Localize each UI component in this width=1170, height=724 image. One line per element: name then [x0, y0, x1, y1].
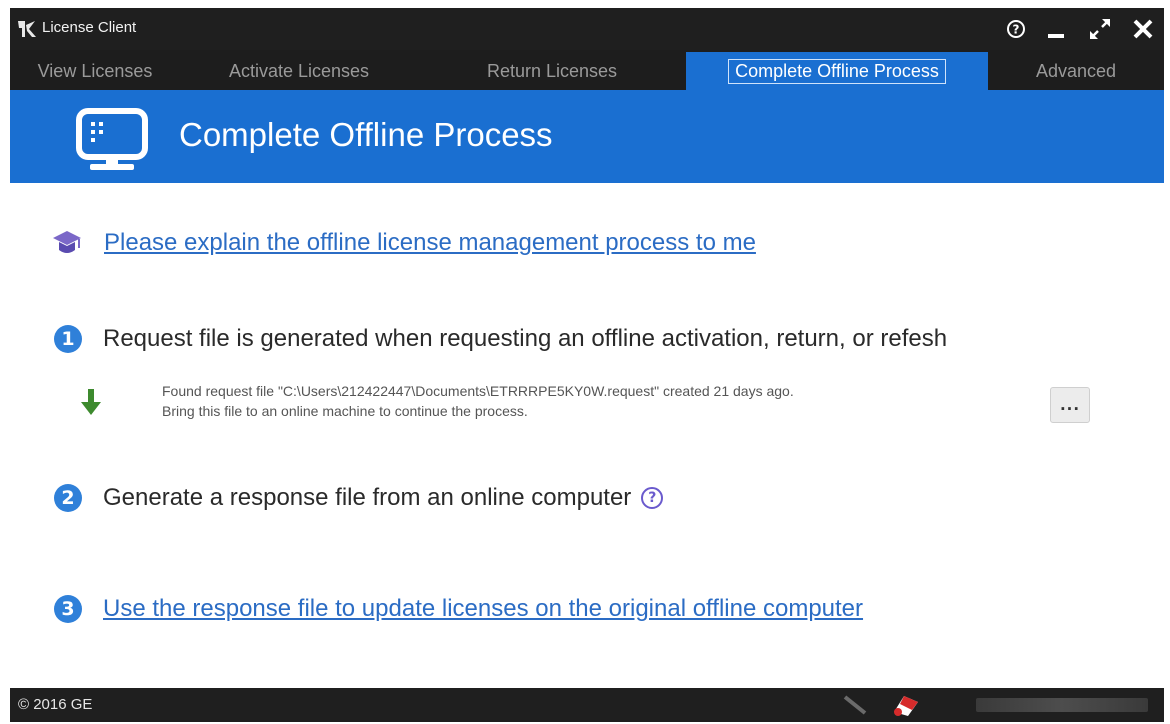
update-licenses-link[interactable]: Use the response file to update licenses…	[103, 595, 863, 623]
license-status-icon[interactable]	[890, 692, 920, 718]
tab-label: Return Licenses	[486, 60, 618, 81]
version-info	[976, 698, 1148, 712]
request-file-path: Found request file "C:\Users\212422447\D…	[162, 383, 794, 399]
help-icon[interactable]: ?	[1006, 19, 1026, 39]
app-logo-icon	[18, 21, 36, 37]
help-question-icon[interactable]: ?	[641, 487, 664, 509]
tab-label: Activate Licenses	[228, 60, 370, 81]
page-title: Complete Offline Process	[179, 116, 553, 153]
monitor-icon	[76, 108, 148, 170]
step-3-row: 3 Use the response file to update licens…	[54, 595, 863, 623]
status-icons	[842, 692, 920, 718]
title-bar: License Client ?	[10, 8, 1164, 50]
step-1-row: 1 Request file is generated when request…	[54, 325, 947, 353]
request-file-hint: Bring this file to an online machine to …	[162, 403, 528, 419]
window-controls: ?	[1006, 14, 1154, 44]
status-bar: © 2016 GE	[10, 688, 1164, 722]
tab-label: View Licenses	[37, 60, 153, 81]
maximize-icon[interactable]	[1088, 17, 1112, 41]
copyright-text: © 2016 GE	[18, 696, 93, 713]
arrow-down-icon	[81, 389, 101, 415]
tab-label: Advanced	[1035, 60, 1117, 81]
explain-offline-process-link[interactable]: Please explain the offline license manag…	[104, 229, 756, 257]
tab-return-licenses[interactable]: Return Licenses	[418, 52, 686, 90]
connection-icon[interactable]	[842, 694, 868, 716]
step-1-badge: 1	[54, 325, 82, 353]
app-title: License Client	[42, 19, 137, 36]
main-content: Please explain the offline license manag…	[10, 183, 1164, 688]
page-header: Complete Offline Process	[10, 90, 1164, 183]
step-2-text: Generate a response file from an online …	[103, 484, 632, 511]
license-client-window: License Client ? View Licenses Activate …	[10, 8, 1164, 722]
svg-text:?: ?	[1013, 23, 1020, 37]
tab-bar: View Licenses Activate Licenses Return L…	[10, 52, 1164, 90]
request-file-info: Found request file "C:\Users\212422447\D…	[162, 381, 794, 421]
tab-label: Complete Offline Process	[728, 58, 946, 84]
tab-complete-offline-process[interactable]: Complete Offline Process	[686, 52, 988, 90]
step-2-row: 2 Generate a response file from an onlin…	[54, 484, 664, 512]
step-2-badge: 2	[54, 484, 82, 512]
tab-view-licenses[interactable]: View Licenses	[10, 52, 180, 90]
close-icon[interactable]	[1132, 18, 1154, 40]
step-1-text: Request file is generated when requestin…	[103, 325, 948, 352]
explain-row: Please explain the offline license manag…	[52, 228, 756, 258]
step-3-badge: 3	[54, 595, 82, 623]
graduation-cap-icon	[53, 231, 81, 253]
more-options-button[interactable]: ...	[1050, 387, 1090, 423]
minimize-icon[interactable]	[1046, 18, 1068, 40]
tab-activate-licenses[interactable]: Activate Licenses	[180, 52, 418, 90]
tab-advanced[interactable]: Advanced	[988, 52, 1164, 90]
